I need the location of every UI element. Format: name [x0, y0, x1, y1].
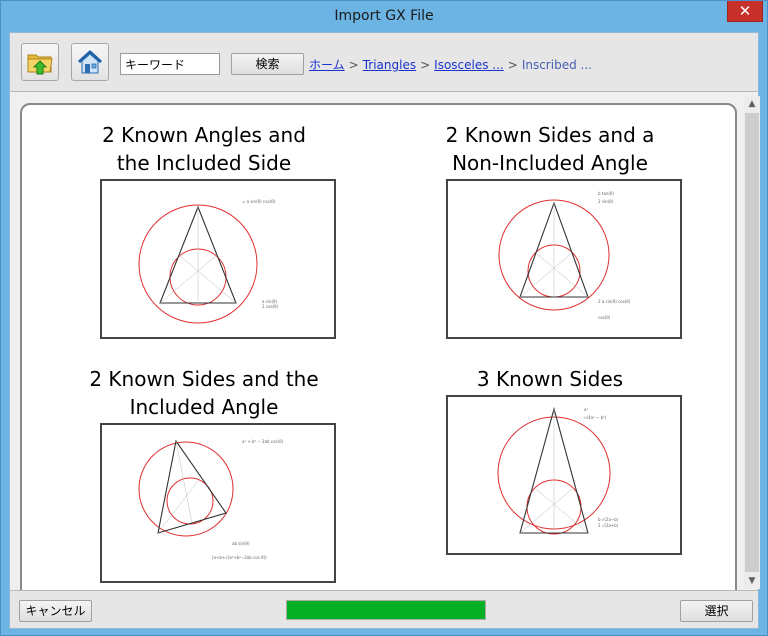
- file-card-three-sides[interactable]: 3 Known Sides a² √(4a² − b²) b √(2a−b) 2…: [400, 365, 700, 555]
- card-title-line1: 2 Known Sides and the: [89, 367, 319, 391]
- close-button[interactable]: ✕: [727, 1, 763, 22]
- select-button[interactable]: 選択: [680, 600, 753, 622]
- breadcrumb-isosceles[interactable]: Isosceles ...: [434, 58, 504, 72]
- breadcrumb: ホーム > Triangles > Isosceles ... > Inscribed ..…: [309, 56, 592, 73]
- search-input[interactable]: [120, 53, 220, 75]
- card-title-line1: 2 Known Sides and a: [445, 123, 655, 147]
- card-title-line2: Non-Included Angle: [452, 151, 648, 175]
- file-card-two-angles-included-side[interactable]: 2 Known Angles and the Included Side = a…: [54, 121, 354, 339]
- breadcrumb-separator: >: [507, 58, 518, 72]
- cancel-button[interactable]: キャンセル: [19, 600, 92, 622]
- toolbar: 検索 ホーム>Triangles>Isosceles ...>Inscribed…: [10, 33, 758, 92]
- scroll-up-icon[interactable]: ▲: [744, 96, 760, 112]
- scroll-down-icon[interactable]: ▼: [744, 573, 760, 589]
- inscribed-triangle-diagram: b tan(θ) 2 sin(θ) 2 a sin(θ) cos(θ) cos(…: [498, 191, 631, 320]
- inscribed-triangle-diagram: = a sin(θ) cos(θ) a sin(θ) 2 cos(θ): [138, 199, 279, 324]
- file-card-two-sides-included-angle[interactable]: 2 Known Sides and the Included Angle a² …: [54, 365, 354, 583]
- scroll-thumb[interactable]: [745, 113, 759, 572]
- card-thumbnail[interactable]: a² + b² − 2ab cos(θ) ab sin(θ) (a+b+√(a²…: [100, 423, 336, 583]
- file-card-two-sides-non-included-angle[interactable]: 2 Known Sides and a Non-Included Angle b…: [400, 121, 700, 339]
- card-thumbnail[interactable]: b tan(θ) 2 sin(θ) 2 a sin(θ) cos(θ) cos(…: [446, 179, 682, 339]
- footer-bar: キャンセル 選択: [10, 590, 758, 628]
- svg-text:2 √(2a+b): 2 √(2a+b): [598, 523, 619, 528]
- home-icon: [77, 50, 103, 74]
- card-title-line2: the Included Side: [116, 151, 292, 175]
- card-thumbnail[interactable]: = a sin(θ) cos(θ) a sin(θ) 2 cos(θ): [100, 179, 336, 339]
- svg-text:ab sin(θ): ab sin(θ): [232, 541, 250, 546]
- thumbnail-grid: 2 Known Angles and the Included Side = a…: [20, 103, 737, 603]
- card-title-line1: 3 Known Sides: [476, 367, 624, 391]
- breadcrumb-triangles[interactable]: Triangles: [363, 58, 416, 72]
- inscribed-triangle-diagram: a² + b² − 2ab cos(θ) ab sin(θ) (a+b+√(a²…: [138, 439, 284, 560]
- svg-text:a²: a²: [584, 407, 588, 412]
- progress-bar: [286, 600, 486, 620]
- search-button[interactable]: 検索: [231, 53, 304, 75]
- svg-text:a² + b² − 2ab cos(θ): a² + b² − 2ab cos(θ): [242, 439, 284, 444]
- progress-fill: [287, 601, 485, 619]
- svg-text:b tan(θ): b tan(θ): [598, 191, 614, 196]
- breadcrumb-inscribed: Inscribed ...: [521, 58, 592, 72]
- up-folder-button[interactable]: [21, 43, 59, 81]
- title-bar[interactable]: Import GX File ✕: [1, 1, 767, 32]
- card-title-line1: 2 Known Angles and: [102, 123, 306, 147]
- card-title-line2: Included Angle: [129, 395, 279, 419]
- vertical-scrollbar[interactable]: ▲ ▼: [744, 96, 760, 589]
- svg-text:cos(θ): cos(θ): [598, 315, 611, 320]
- svg-text:= a sin(θ) cos(θ): = a sin(θ) cos(θ): [242, 199, 276, 204]
- svg-text:b √(2a−b): b √(2a−b): [598, 517, 619, 522]
- svg-text:2 cos(θ): 2 cos(θ): [262, 304, 279, 309]
- dialog-client: 検索 ホーム>Triangles>Isosceles ...>Inscribed…: [9, 32, 760, 629]
- svg-text:√(4a² − b²): √(4a² − b²): [584, 415, 607, 420]
- svg-text:2 a sin(θ) cos(θ): 2 a sin(θ) cos(θ): [598, 299, 631, 304]
- breadcrumb-separator: >: [420, 58, 431, 72]
- window-title: Import GX File: [334, 8, 434, 24]
- folder-up-icon: [27, 54, 53, 75]
- breadcrumb-home[interactable]: ホーム: [309, 58, 345, 72]
- dialog-window: Import GX File ✕ 検索: [0, 0, 768, 636]
- inscribed-triangle-diagram: a² √(4a² − b²) b √(2a−b) 2 √(2a+b): [497, 406, 619, 535]
- home-button[interactable]: [71, 43, 109, 81]
- svg-text:2 sin(θ): 2 sin(θ): [598, 199, 614, 204]
- svg-text:(a+b+√(a²+b²−2ab cos θ)): (a+b+√(a²+b²−2ab cos θ)): [212, 555, 267, 560]
- card-thumbnail[interactable]: a² √(4a² − b²) b √(2a−b) 2 √(2a+b): [446, 395, 682, 555]
- breadcrumb-separator: >: [348, 58, 359, 72]
